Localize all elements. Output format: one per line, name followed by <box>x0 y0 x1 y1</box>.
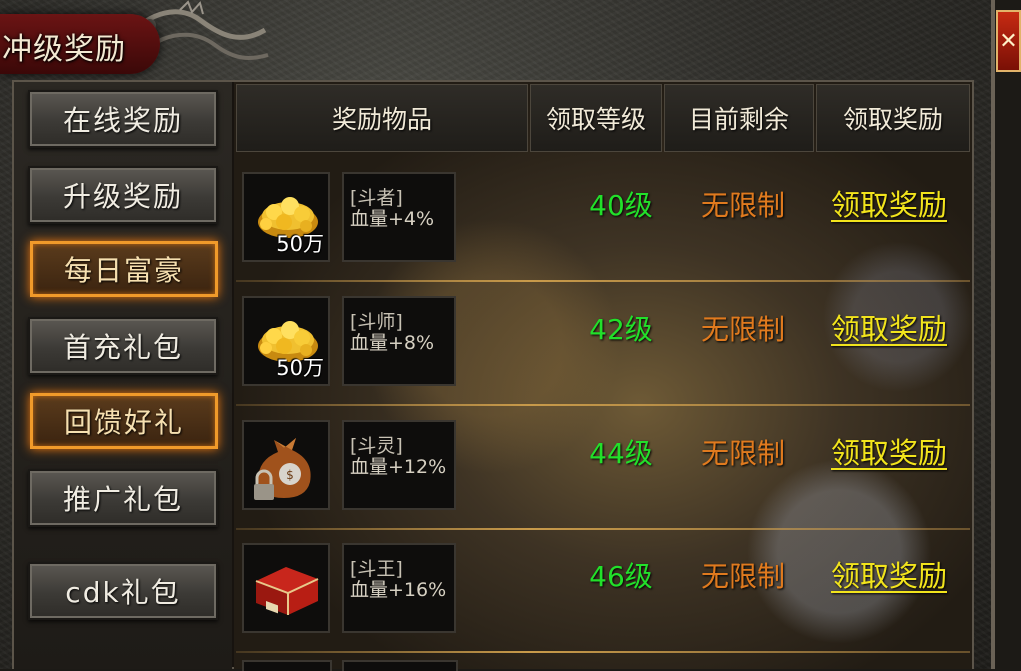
reward-attribute: [斗者] 血量+4% <box>342 172 456 262</box>
claim-level: 40级 <box>589 189 653 222</box>
red-treasure-chest-icon <box>255 567 319 615</box>
item-amount: 50万 <box>276 232 324 256</box>
claim-level: 42级 <box>589 313 653 346</box>
window-title: 冲级奖励 <box>2 32 126 67</box>
claim-reward-link[interactable]: 领取奖励 <box>824 182 954 224</box>
header-claim-reward: 领取奖励 <box>816 84 970 152</box>
reward-item-slot[interactable]: $ <box>242 420 330 510</box>
reward-item-slot[interactable]: 50万 <box>242 172 330 262</box>
header-reward-items: 奖励物品 <box>236 84 528 152</box>
table-header: 奖励物品 领取等级 目前剩余 领取奖励 <box>236 84 970 154</box>
close-button[interactable]: ✕ <box>996 10 1021 72</box>
table-row: $ [斗灵] 血量+12% 44级 无限制 领取奖励 <box>236 404 970 528</box>
reward-item-slot[interactable]: 50万 <box>242 296 330 386</box>
bonus-label: 血量+12% <box>350 456 447 478</box>
table-row: 50万 [斗者] 血量+4% 40级 无限制 领取奖励 <box>236 156 970 280</box>
sidebar-item-feedback-gift[interactable]: 回馈好礼 <box>30 393 218 449</box>
rank-label: [斗师] <box>350 311 403 333</box>
reward-item-slot-partial <box>242 660 332 671</box>
sidebar-item-online-reward[interactable]: 在线奖励 <box>28 90 218 148</box>
rank-label: [斗王] <box>350 558 403 580</box>
rank-label: [斗灵] <box>350 435 403 457</box>
remaining-count: 无限制 <box>700 313 785 346</box>
claim-level: 44级 <box>589 437 653 470</box>
claim-reward-link[interactable]: 领取奖励 <box>824 306 954 348</box>
bonus-label: 血量+8% <box>350 332 435 354</box>
header-remaining: 目前剩余 <box>664 84 814 152</box>
sidebar-item-cdk-gift[interactable]: cdk礼包 <box>28 562 218 620</box>
item-amount: 50万 <box>276 356 324 380</box>
claim-reward-link[interactable]: 领取奖励 <box>824 553 954 595</box>
reward-item-slot[interactable] <box>242 543 330 633</box>
locked-money-bag-icon: $ <box>254 438 311 500</box>
rank-label: [斗者] <box>350 187 403 209</box>
table-row: [斗王] 血量+16% 46级 无限制 领取奖励 <box>236 527 970 651</box>
sidebar-item-level-reward[interactable]: 升级奖励 <box>28 166 218 224</box>
reward-attribute: [斗师] 血量+8% <box>342 296 456 386</box>
sidebar-item-promotion-gift[interactable]: 推广礼包 <box>28 469 218 527</box>
sidebar-item-first-charge[interactable]: 首充礼包 <box>28 317 218 375</box>
sidebar-item-daily-rich[interactable]: 每日富豪 <box>30 241 218 297</box>
close-icon: ✕ <box>999 28 1018 54</box>
reward-attribute: [斗王] 血量+16% <box>342 543 456 633</box>
remaining-count: 无限制 <box>700 437 785 470</box>
header-claim-level: 领取等级 <box>530 84 662 152</box>
remaining-count: 无限制 <box>700 189 785 222</box>
claim-reward-link[interactable]: 领取奖励 <box>824 430 954 472</box>
svg-text:$: $ <box>286 468 294 482</box>
bonus-label: 血量+16% <box>350 579 447 601</box>
bonus-label: 血量+4% <box>350 208 435 230</box>
row-divider <box>236 651 970 653</box>
reward-attribute: [斗灵] 血量+12% <box>342 420 456 510</box>
remaining-count: 无限制 <box>700 560 785 593</box>
table-row: 50万 [斗师] 血量+8% 42级 无限制 领取奖励 <box>236 280 970 404</box>
claim-level: 46级 <box>589 560 653 593</box>
reward-attribute-partial <box>342 660 458 671</box>
